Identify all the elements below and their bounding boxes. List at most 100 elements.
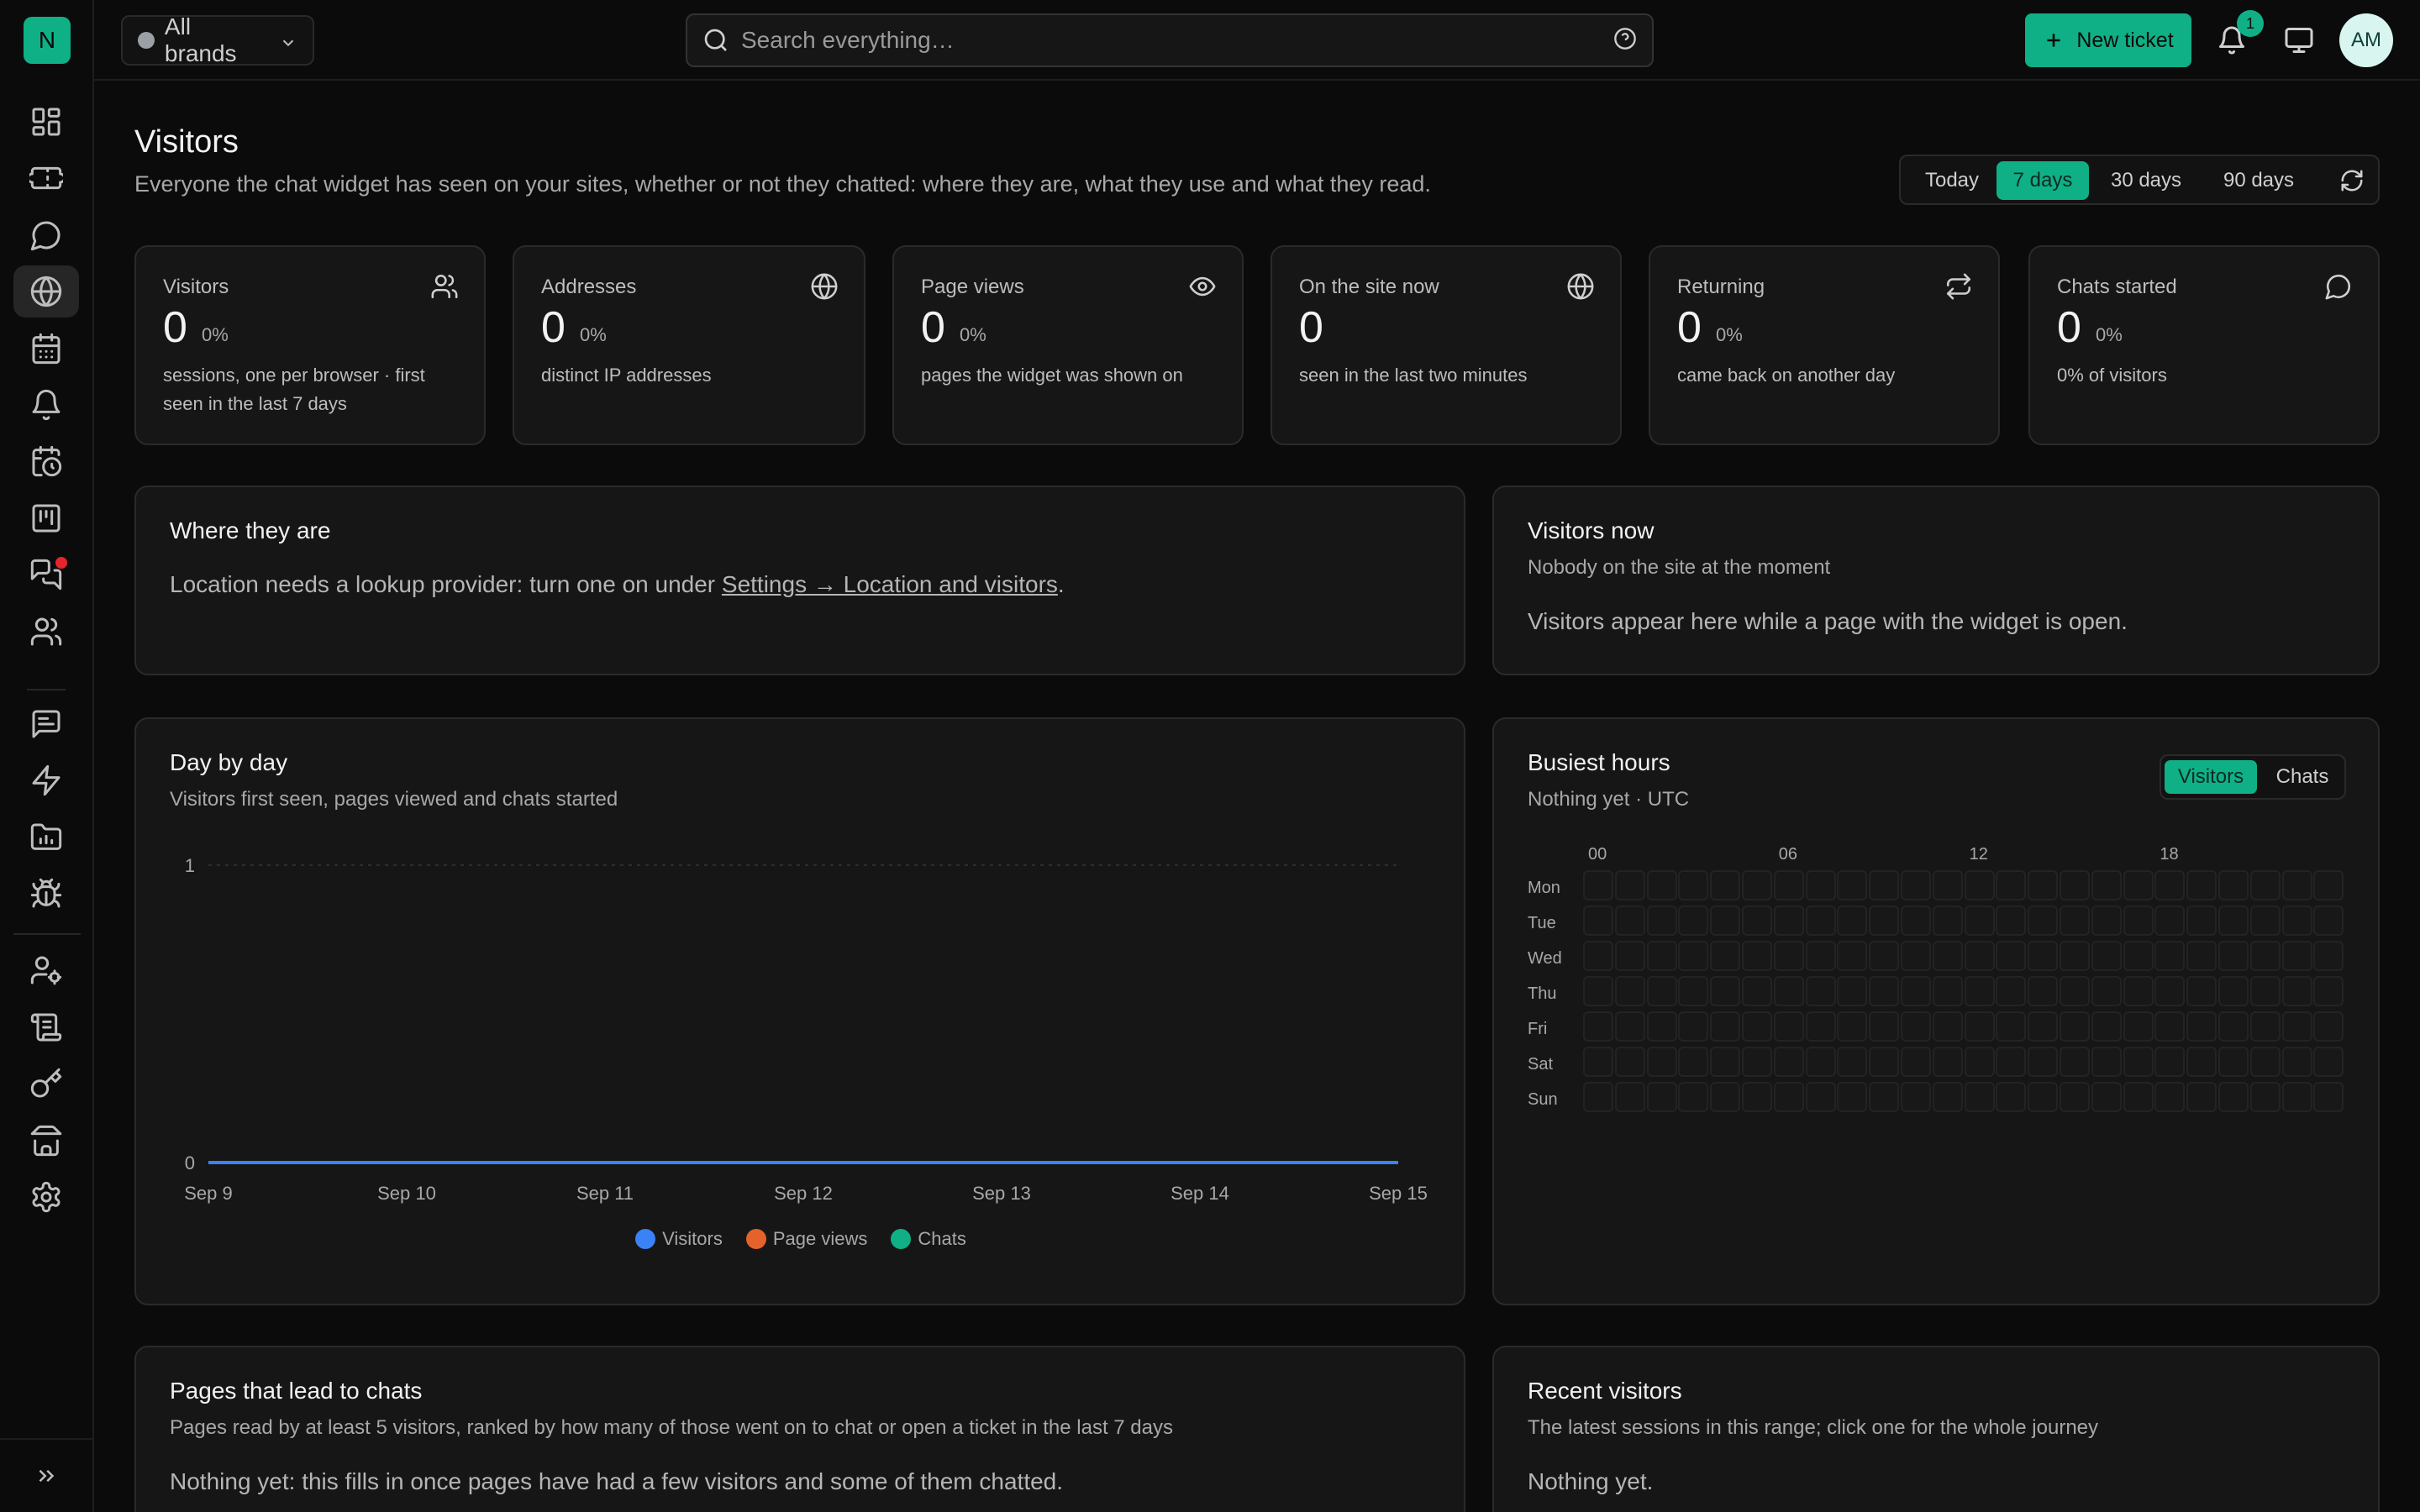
heatmap-cell [1710, 1047, 1741, 1077]
heatmap-cell [1773, 1047, 1804, 1077]
alert-dot [55, 557, 67, 569]
heatmap-cell [1869, 1047, 1900, 1077]
heatmap-cell [2313, 1047, 2344, 1077]
stat-card-page-views: Page views 0 0% pages the widget was sho… [892, 245, 1244, 445]
avatar[interactable]: AM [2339, 13, 2393, 67]
x-tick-label: Sep 12 [774, 1183, 833, 1204]
location-message-text: Location needs a lookup provider: turn o… [170, 571, 722, 597]
heatmap-cell [2313, 906, 2344, 936]
legend-item[interactable]: Chats [891, 1228, 966, 1250]
location-message-end: . [1057, 571, 1065, 597]
nav-automations[interactable] [13, 754, 79, 806]
brand-selector-label: All brands [164, 13, 237, 66]
sidebar: N [0, 0, 94, 1512]
nav-api-keys[interactable] [13, 1058, 79, 1110]
nav-canned-replies[interactable] [13, 698, 79, 750]
heatmap-cell [1964, 1082, 1995, 1112]
heatmap-cell [2249, 1011, 2281, 1042]
message-square-text-icon [32, 710, 60, 738]
heatmap-cell [2218, 906, 2249, 936]
notifications-button[interactable]: 1 [2212, 10, 2264, 60]
nav-team-settings[interactable] [13, 944, 79, 996]
nav-notifications[interactable] [13, 379, 79, 431]
nav-store[interactable] [13, 1115, 79, 1167]
heatmap-cell [1583, 1011, 1613, 1042]
heatmap-cell [1614, 1011, 1645, 1042]
nav-chats[interactable] [13, 209, 79, 261]
toggle-visitors[interactable]: Visitors [2165, 760, 2257, 794]
global-search[interactable] [686, 13, 1654, 67]
heatmap-cell [1996, 1011, 2027, 1042]
heatmap-cell [2028, 1011, 2059, 1042]
heatmap-cell [1932, 1011, 1963, 1042]
heatmap-cell [2123, 941, 2154, 971]
nav-dashboard[interactable] [13, 96, 79, 148]
heatmap-cell [1710, 870, 1741, 900]
location-settings-link[interactable]: Settings → Location and visitors [722, 571, 1058, 597]
screen-button[interactable] [2279, 20, 2319, 60]
heatmap-cell [2281, 870, 2312, 900]
legend-item[interactable]: Page views [745, 1228, 868, 1250]
range-30-days[interactable]: 30 days [2094, 161, 2198, 200]
stat-value: 0 [2057, 303, 2081, 352]
search-help-button[interactable] [1613, 27, 1637, 55]
search-input[interactable] [741, 27, 1613, 54]
nav-reports[interactable] [13, 811, 79, 864]
heatmap-cell [2060, 1011, 2090, 1042]
heatmap-cell [1678, 906, 1709, 936]
heatmap-cell [2123, 906, 2154, 936]
heatmap-cell [1837, 906, 1868, 936]
heatmap-cell [2123, 870, 2154, 900]
stat-value: 0 [163, 303, 187, 352]
heatmap-cell [1837, 870, 1868, 900]
nav-users[interactable] [13, 606, 79, 658]
nav-messages[interactable] [13, 549, 79, 601]
legend-swatch [891, 1229, 912, 1249]
heatmap-cell [1646, 1011, 1677, 1042]
nav-logs[interactable] [13, 1001, 79, 1053]
heatmap-cell [1742, 1047, 1772, 1077]
globe-icon [30, 276, 62, 307]
new-ticket-button[interactable]: New ticket [2025, 13, 2191, 67]
heatmap-cell [1901, 1082, 1931, 1112]
bug-icon [30, 878, 62, 908]
day-by-day-chart: 0 1 Sep 9 Sep 10 Sep 11 Sep 12 Sep 13 Sep 14 Sep… [184, 855, 1428, 1204]
heatmap-cell [2218, 976, 2249, 1006]
calendar-clock-icon [32, 445, 62, 477]
scroll-icon [30, 1013, 62, 1042]
heatmap-cell [1932, 906, 1963, 936]
range-90-days[interactable]: 90 days [2203, 161, 2314, 200]
stat-card-on-site-now: On the site now 0 seen in the last two m… [1270, 245, 1622, 445]
heatmap-cell [2218, 870, 2249, 900]
heatmap-cell [1869, 941, 1900, 971]
heatmap-cell [2218, 1047, 2249, 1077]
app-logo[interactable]: N [24, 17, 71, 64]
heatmap-cell [1646, 1047, 1677, 1077]
range-7-days[interactable]: 7 days [1996, 161, 2089, 200]
nav-bugs[interactable] [13, 868, 79, 920]
range-today[interactable]: Today [1906, 161, 1998, 200]
nav-tickets[interactable] [13, 152, 79, 204]
heatmap-cell [2060, 906, 2090, 936]
heatmap-cell [1964, 906, 1995, 936]
heatmap-cell [1869, 1082, 1900, 1112]
heatmap-cell [1742, 976, 1772, 1006]
nav-board[interactable] [13, 492, 79, 544]
heatmap-cell [2154, 906, 2186, 936]
nav-visitors[interactable] [13, 265, 79, 318]
nav-settings[interactable] [13, 1171, 79, 1223]
toggle-chats[interactable]: Chats [2262, 760, 2343, 794]
nav-calendar[interactable] [13, 323, 79, 375]
legend-label: Page views [772, 1228, 868, 1249]
nav-schedule[interactable] [13, 435, 79, 487]
heatmap-cell [2281, 1082, 2312, 1112]
y-tick-label: 0 [185, 1152, 195, 1173]
collapse-sidebar-button[interactable] [0, 1438, 92, 1512]
refresh-icon[interactable] [2339, 168, 2365, 193]
heatmap-cell [1614, 870, 1645, 900]
day-by-day-card: Day by day Visitors first seen, pages vi… [134, 717, 1465, 1305]
monitor-icon [2285, 28, 2313, 53]
heatmap-cell [1837, 1047, 1868, 1077]
brand-selector[interactable]: All brands [121, 13, 314, 66]
legend-item[interactable]: Visitors [635, 1228, 723, 1250]
